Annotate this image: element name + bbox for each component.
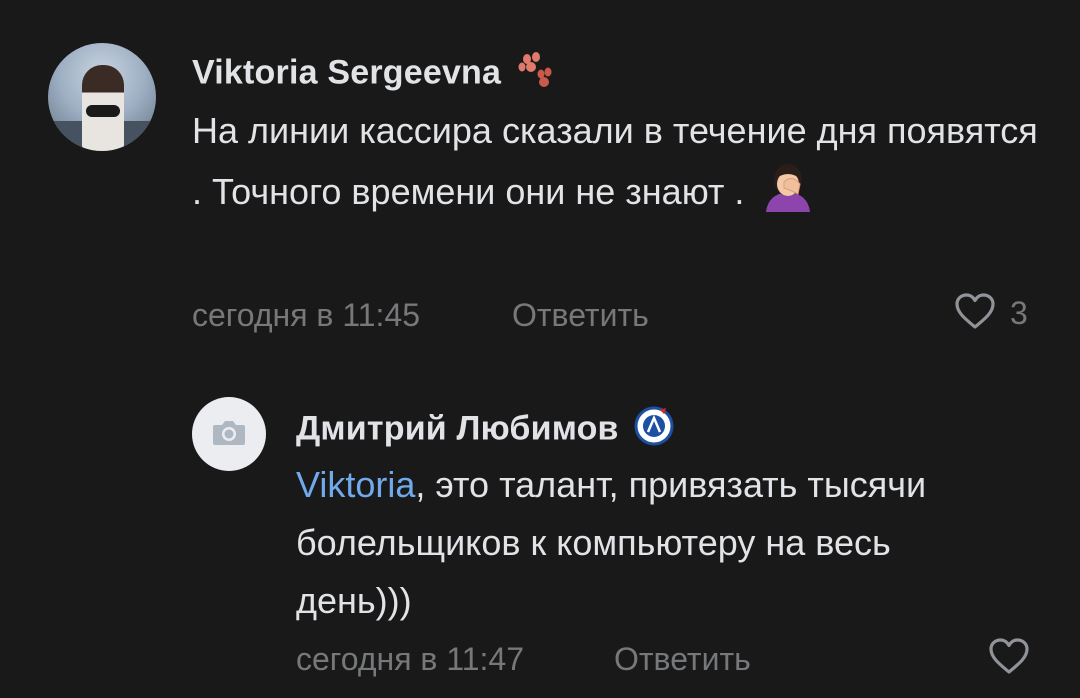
like-button[interactable]: 3 [954, 292, 1028, 335]
comment-time: сегодня в 11:45 [192, 297, 421, 333]
comment-time: сегодня в 11:47 [296, 641, 525, 677]
comment-text: Viktoria, это талант, привязать тысячи б… [296, 456, 996, 630]
avatar[interactable] [48, 43, 156, 151]
team-logo-icon [634, 406, 674, 455]
reply-button[interactable]: Ответить [512, 297, 649, 334]
avatar-photo-detail [86, 105, 120, 117]
reply-button[interactable]: Ответить [614, 641, 751, 678]
like-count: 3 [1010, 295, 1028, 331]
comment-text-content: На линии кассира сказали в течение дня п… [192, 110, 1038, 213]
like-button[interactable] [988, 637, 1030, 680]
avatar[interactable] [192, 397, 266, 471]
author-name: Дмитрий Любимов [296, 409, 619, 448]
paw-icon [515, 52, 555, 97]
heart-icon [988, 637, 1030, 680]
camera-icon [211, 417, 247, 452]
author-name: Viktoria Sergeevna [192, 53, 502, 92]
heart-icon [954, 292, 996, 335]
comment-text: На линии кассира сказали в течение дня п… [192, 102, 1052, 229]
facepalm-emoji [760, 160, 816, 229]
comment-author[interactable]: Viktoria Sergeevna [192, 52, 555, 97]
comment-author[interactable]: Дмитрий Любимов [296, 406, 674, 455]
mention-link[interactable]: Viktoria [296, 464, 415, 505]
